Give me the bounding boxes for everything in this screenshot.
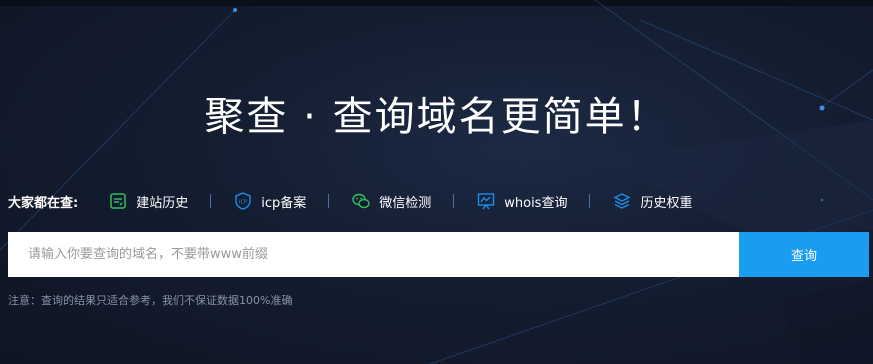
separator	[453, 194, 455, 208]
hot-item-wechat[interactable]: 微信检测	[351, 191, 431, 211]
hot-item-label: 历史权重	[640, 195, 693, 211]
history-doc-icon	[110, 193, 126, 209]
page-headline: 聚查 · 查询域名更简单！	[204, 94, 669, 140]
hot-item-build-history[interactable]: 建站历史	[108, 191, 188, 211]
hot-item-label: 微信检测	[379, 195, 432, 211]
svg-text:ICP: ICP	[239, 200, 247, 206]
layers-icon	[613, 193, 632, 209]
hot-item-icp[interactable]: ICP icp备案	[233, 191, 306, 211]
hot-item-weight-history[interactable]: 历史权重	[612, 191, 692, 211]
background-decoration	[0, 0, 873, 364]
whois-board-icon	[478, 193, 495, 210]
separator	[328, 194, 330, 208]
popular-queries: 大家都在查: 建站历史 ICP icp备案 微信检测 whois查询 历史权重	[8, 190, 692, 212]
hot-item-label: whois查询	[504, 195, 568, 211]
separator	[589, 194, 591, 208]
hot-item-label: icp备案	[261, 195, 307, 211]
search-bar: 查询	[8, 232, 869, 277]
wechat-icon	[352, 193, 370, 209]
hot-item-whois[interactable]: whois查询	[476, 191, 567, 211]
query-button[interactable]: 查询	[739, 232, 869, 277]
hot-item-label: 建站历史	[136, 195, 189, 211]
icp-shield-icon: ICP	[235, 192, 251, 210]
separator	[210, 194, 212, 208]
domain-search-input[interactable]	[8, 232, 739, 277]
popular-label: 大家都在查:	[8, 195, 79, 211]
disclaimer-note: 注意：查询的结果只适合参考，我们不保证数据100%准确	[8, 294, 293, 307]
